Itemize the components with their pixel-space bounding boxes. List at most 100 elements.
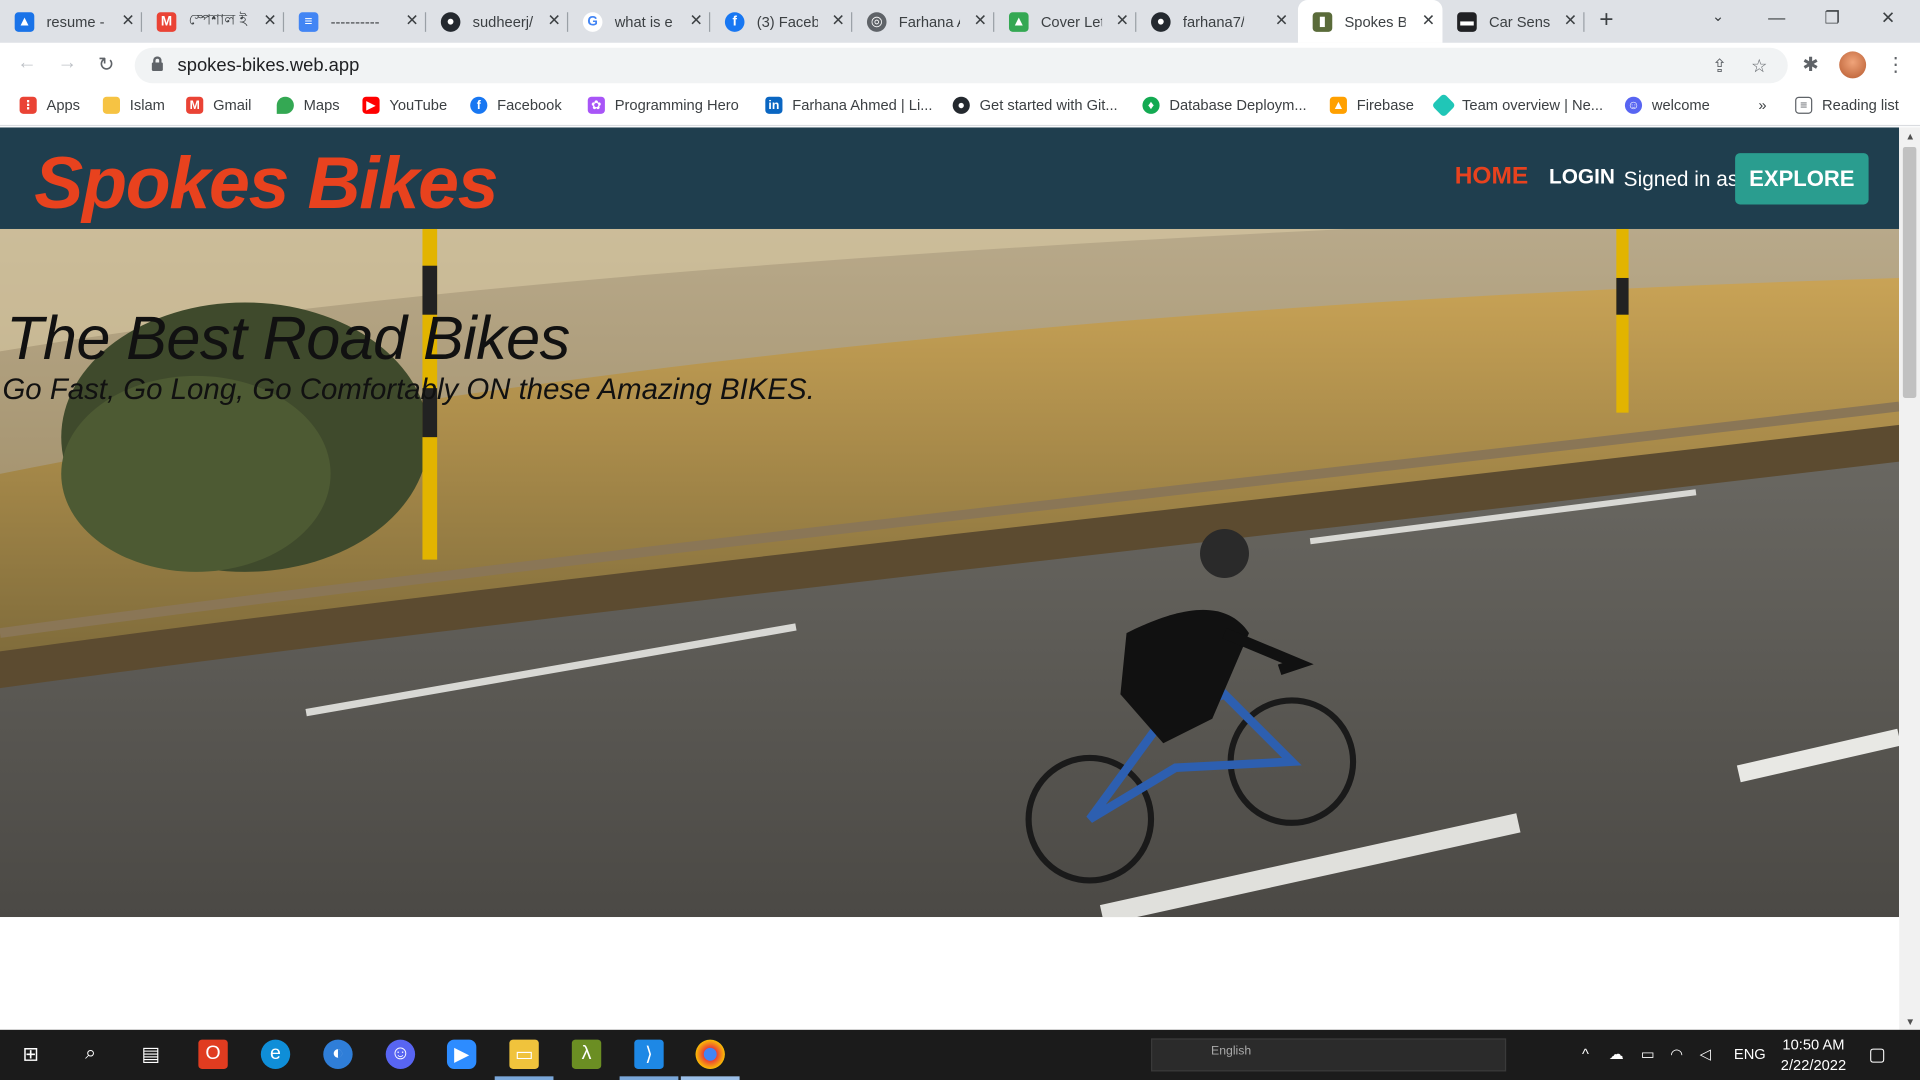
globe-icon: ◎ (866, 11, 887, 32)
browser-tab-active[interactable]: ▮ Spokes B ✕ (1297, 0, 1443, 43)
bookmark-facebook[interactable]: f Facebook (470, 96, 562, 114)
close-icon[interactable]: ✕ (832, 11, 845, 31)
close-icon[interactable]: ✕ (690, 11, 703, 31)
reload-icon[interactable]: ↻ (98, 53, 114, 77)
browser-tab[interactable]: G what is e ✕ (568, 0, 711, 43)
bookmark-label: welcome (1651, 96, 1710, 114)
battery-icon[interactable]: ▭ (1641, 1046, 1655, 1063)
vscode-icon[interactable]: ⟩ (634, 1039, 664, 1069)
bookmark-youtube[interactable]: ▶ YouTube (362, 96, 447, 114)
bookmark-apps[interactable]: ⋮ Apps (19, 96, 80, 114)
bookmark-label: Team overview | Ne... (1462, 96, 1604, 114)
edge-icon[interactable]: e (260, 1039, 291, 1069)
close-window-button[interactable]: ✕ (1881, 7, 1895, 28)
lambda-icon[interactable]: λ (571, 1039, 602, 1069)
tab-title: ---------- (330, 12, 380, 31)
bookmark-label: Database Deploym... (1169, 96, 1307, 114)
scroll-up-icon[interactable]: ▲ (1905, 131, 1915, 142)
scrollbar-thumb[interactable] (1902, 146, 1917, 398)
tab-title: Spokes B (1344, 12, 1406, 31)
browser-tab[interactable]: ▲ resume - ✕ (0, 0, 143, 43)
tab-title: sudheerj/ (472, 12, 534, 31)
linkedin-icon: in (765, 96, 783, 114)
share-icon[interactable]: ⇪ (1712, 55, 1727, 77)
bookmark-gmail[interactable]: M Gmail (186, 96, 251, 114)
close-icon[interactable]: ✕ (121, 11, 134, 31)
maps-icon (276, 96, 294, 114)
system-clock[interactable]: 10:50 AM 2/22/2022 (1773, 1035, 1854, 1077)
reading-list-icon: ≡ (1795, 96, 1813, 114)
bookmark-github[interactable]: ● Get started with Git... (952, 96, 1118, 114)
onedrive-icon[interactable]: ☁ (1609, 1046, 1624, 1063)
facebook-icon: f (470, 96, 488, 114)
menu-icon[interactable]: ⋮ (1886, 53, 1906, 77)
search-icon[interactable]: ⌕ (76, 1040, 105, 1069)
notifications-icon[interactable]: ▢ (1869, 1043, 1886, 1065)
close-icon[interactable]: ✕ (547, 11, 560, 31)
language-bar[interactable]: English (1151, 1038, 1507, 1072)
browser-tab[interactable]: ▬ Car Senso ✕ (1442, 0, 1585, 43)
nav-home-link[interactable]: HOME (1455, 163, 1528, 191)
task-view-icon[interactable]: ▤ (136, 1040, 165, 1069)
close-icon[interactable]: ✕ (1564, 11, 1577, 31)
bookmark-star-icon[interactable]: ☆ (1751, 55, 1767, 77)
browser-tab[interactable]: M স্পেশাল ই ✕ (142, 0, 285, 43)
bookmark-firebase[interactable]: ▲ Firebase (1329, 96, 1414, 114)
office-icon[interactable]: O (198, 1039, 228, 1069)
back-icon[interactable]: ← (17, 53, 37, 75)
minimize-button[interactable]: — (1768, 7, 1785, 27)
youtube-icon: ▶ (362, 96, 380, 114)
firefox-icon[interactable]: ◐ (323, 1039, 353, 1069)
extensions-icon[interactable]: ✱ (1802, 53, 1818, 77)
wifi-icon[interactable]: ◠ (1670, 1046, 1683, 1063)
close-icon[interactable]: ✕ (263, 11, 276, 31)
file-explorer-icon[interactable]: ▭ (509, 1039, 539, 1069)
close-icon[interactable]: ✕ (974, 11, 987, 31)
url-text[interactable]: spokes-bikes.web.app (178, 55, 360, 76)
browser-tab[interactable]: ▲ Cover Let ✕ (994, 0, 1137, 43)
lock-icon (151, 56, 163, 72)
input-language[interactable]: ENG (1734, 1046, 1766, 1063)
discord-icon[interactable]: ☺ (385, 1039, 416, 1069)
browser-tab[interactable]: f (3) Faceb ✕ (710, 0, 853, 43)
browser-tab[interactable]: ● farhana7/ ✕ (1136, 0, 1295, 43)
site-brand[interactable]: Spokes Bikes (34, 141, 498, 225)
page-scrollbar[interactable]: ▲ ▼ (1899, 127, 1920, 1030)
close-icon[interactable]: ✕ (1275, 11, 1288, 31)
reading-list[interactable]: ≡ Reading list (1795, 96, 1899, 114)
new-tab-button[interactable]: + (1599, 6, 1613, 34)
close-icon[interactable]: ✕ (1422, 11, 1435, 31)
browser-tab[interactable]: ◎ Farhana A ✕ (852, 0, 995, 43)
google-icon: G (582, 11, 603, 32)
close-icon[interactable]: ✕ (405, 11, 418, 31)
bookmark-maps[interactable]: Maps (276, 96, 340, 114)
volume-icon[interactable]: ◁ (1700, 1046, 1711, 1063)
tab-search-icon[interactable]: ⌄ (1712, 7, 1724, 24)
tab-title: farhana7/ (1182, 12, 1245, 31)
bookmark-islam[interactable]: Islam (102, 96, 165, 114)
chrome-icon[interactable] (695, 1039, 725, 1069)
scroll-down-icon[interactable]: ▼ (1905, 1016, 1915, 1027)
show-hidden-icons-icon[interactable]: ^ (1582, 1046, 1589, 1063)
zoom-icon[interactable]: ▶ (446, 1039, 477, 1069)
tab-title: স্পেশাল ই (188, 10, 248, 28)
explore-button[interactable]: EXPLORE (1735, 153, 1869, 205)
restore-button[interactable]: ❐ (1825, 7, 1840, 28)
forward-icon[interactable]: → (58, 53, 78, 75)
nav-login-link[interactable]: LOGIN (1549, 165, 1615, 189)
address-bar[interactable]: spokes-bikes.web.app ⇪ ☆ (134, 47, 1788, 84)
bookmark-label: Firebase (1356, 96, 1414, 114)
bookmark-netlify[interactable]: Team overview | Ne... (1431, 93, 1604, 118)
windows-taskbar: ⊞ ⌕ ▤ O e ◐ ☺ ▶ ▭ λ ⟩ English ^ ☁ ▭ ◠ ◁ … (0, 1029, 1920, 1080)
bookmark-discord[interactable]: ☺ welcome (1624, 96, 1710, 114)
bookmark-mongodb[interactable]: ♦ Database Deploym... (1142, 96, 1307, 114)
close-icon[interactable]: ✕ (1116, 11, 1129, 31)
browser-tab[interactable]: ● sudheerj/ ✕ (426, 0, 569, 43)
browser-tab[interactable]: ≡ ---------- ✕ (284, 0, 427, 43)
start-icon[interactable]: ⊞ (16, 1040, 45, 1069)
bookmark-programming-hero[interactable]: ✿ Programming Hero (587, 96, 739, 114)
apps-grid-icon: ⋮ (19, 96, 37, 114)
profile-avatar[interactable] (1839, 51, 1867, 79)
more-bookmarks-icon[interactable]: » (1758, 97, 1766, 114)
bookmark-linkedin[interactable]: in Farhana Ahmed | Li... (765, 96, 932, 114)
